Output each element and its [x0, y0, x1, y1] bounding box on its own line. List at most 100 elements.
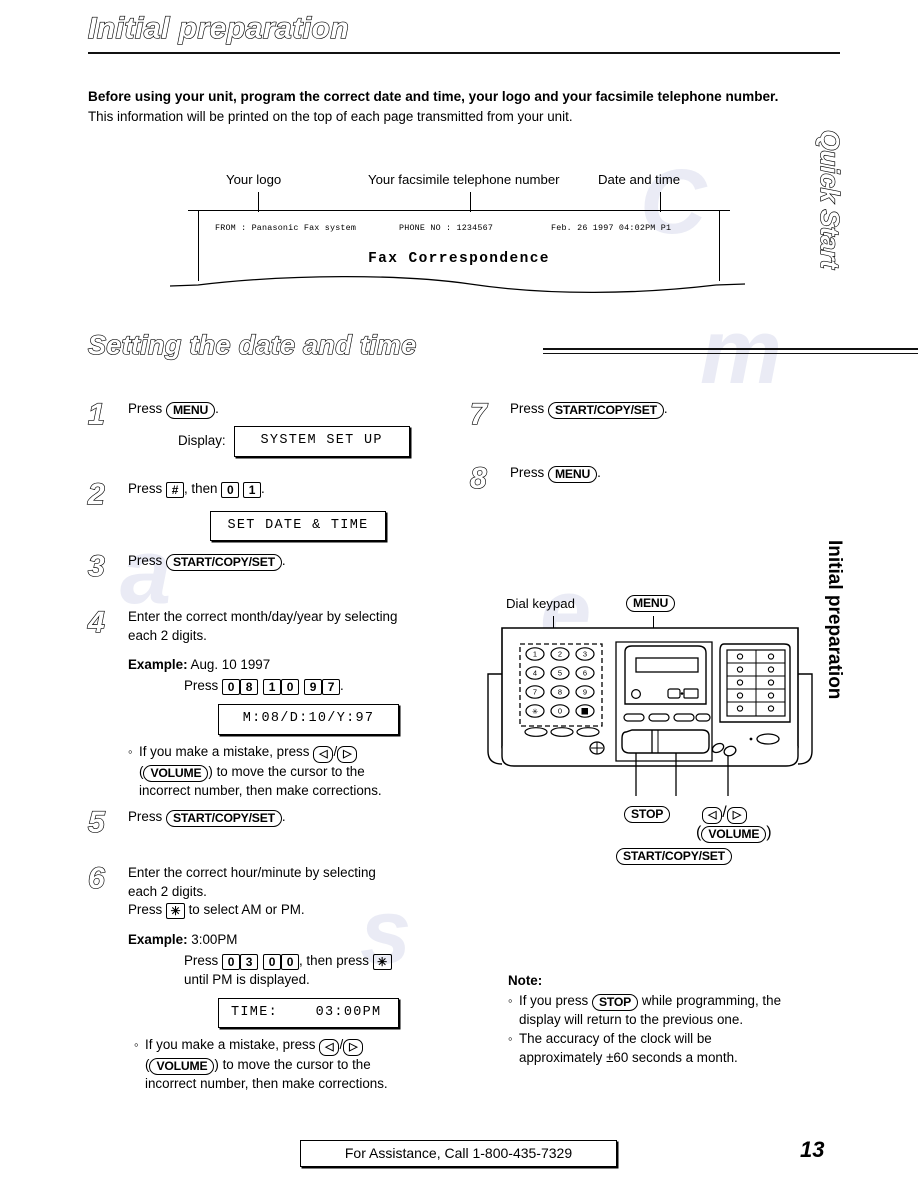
paper-edge-right — [720, 210, 730, 211]
digit-key[interactable]: 0 — [221, 953, 240, 970]
svg-text:9: 9 — [583, 688, 587, 697]
callout-fax-phone: Your facsimile telephone number — [368, 172, 560, 187]
step-instruction-prefix: Press — [128, 481, 163, 496]
arrow-right-icon[interactable]: ▷ — [726, 807, 747, 824]
callout-stop: STOP — [624, 804, 671, 823]
digit-key[interactable]: 0 — [280, 953, 299, 970]
press-after-text: until PM is displayed. — [184, 971, 310, 987]
note-text-pre: If you press — [519, 992, 589, 1008]
note-title: Note: — [508, 973, 543, 988]
mistake-note: If you make a mistake, press ◁/▷ (VOLUME… — [134, 1036, 448, 1094]
note-text-line2: approximately ±60 seconds a month. — [519, 1049, 738, 1065]
step-2: 2 Press #, then 0 1. SET DATE & TIME — [87, 479, 448, 552]
arrow-left-icon[interactable]: ◁ — [313, 745, 334, 763]
digit-key[interactable]: 0 — [280, 679, 299, 695]
step-number: 1 — [87, 398, 105, 431]
step-instruction-suffix: . — [663, 401, 668, 416]
mistake-text-line3: incorrect number, then make corrections. — [145, 1076, 388, 1091]
star-key[interactable]: ✳ — [372, 953, 392, 970]
start-copy-set-key[interactable]: START/COPY/SET — [616, 848, 732, 865]
arrow-right-icon[interactable]: ▷ — [343, 1039, 364, 1056]
svg-text:2: 2 — [558, 650, 562, 659]
step-text: Enter the correct month/day/year by sele… — [128, 608, 448, 800]
volume-key[interactable]: VOLUME — [143, 764, 209, 782]
digit-key[interactable]: 0 — [221, 679, 240, 695]
digit-group-month: 08 — [221, 676, 258, 695]
step-6: 6 Enter the correct hour/minute by selec… — [87, 863, 448, 1094]
arrow-left-icon[interactable]: ◁ — [319, 1039, 340, 1056]
svg-text:4: 4 — [533, 669, 537, 678]
press-mid-text: , then press — [298, 952, 369, 968]
lcd-display: M:08/D:10/Y:97 — [218, 704, 399, 735]
step-instruction-prefix: Press — [510, 465, 545, 480]
digit-key-0[interactable]: 0 — [221, 482, 240, 498]
digit-key[interactable]: 0 — [262, 953, 281, 970]
step-instruction-prefix: Press — [128, 401, 163, 416]
paper-torn-edge — [170, 275, 745, 294]
section-title: Setting the date and time — [87, 329, 417, 360]
step-number: 5 — [87, 806, 105, 839]
digit-key[interactable]: 1 — [262, 679, 281, 695]
start-copy-set-key[interactable]: START/COPY/SET — [547, 402, 664, 419]
step-text: Enter the correct hour/minute by selecti… — [128, 864, 448, 1094]
example-label: Example: — [128, 931, 188, 947]
hash-key[interactable]: # — [165, 482, 184, 498]
mistake-text-cont: ) to move the cursor to the — [214, 1057, 371, 1072]
step-instruction-suffix: . — [281, 553, 286, 568]
fax-phone-line: PHONE NO : 1234567 — [399, 223, 494, 233]
callout-leader-line — [660, 192, 661, 212]
fax-header-sample-diagram: Your logo Your facsimile telephone numbe… — [170, 168, 745, 308]
step-number: 4 — [87, 606, 105, 639]
note-section: Note: If you press STOP while programmin… — [508, 972, 828, 1067]
menu-key[interactable]: MENU — [165, 402, 216, 419]
display-label: Display: — [178, 433, 226, 448]
page-title: Initial preparation — [87, 11, 350, 45]
callout-your-logo: Your logo — [226, 172, 282, 187]
digit-group-year: 97 — [303, 676, 340, 695]
lcd-display: TIME: 03:00PM — [218, 997, 399, 1028]
digit-key-1[interactable]: 1 — [242, 482, 261, 498]
stop-key[interactable]: STOP — [591, 993, 639, 1011]
example-press-row: Press 081097. — [184, 676, 448, 695]
step-instruction-line2: each 2 digits. — [128, 883, 207, 899]
callout-leader-line — [470, 192, 471, 212]
display-row: SET DATE & TIME — [210, 510, 448, 541]
step-text: Press MENU. — [510, 464, 820, 483]
digit-group-day: 10 — [262, 676, 299, 695]
example-block: Example: Aug. 10 1997 Press 081097. — [128, 655, 448, 695]
assistance-footer: For Assistance, Call 1-800-435-7329 — [300, 1140, 617, 1167]
step-number: 3 — [87, 550, 105, 583]
step-text: Press START/COPY/SET. — [510, 400, 820, 419]
mistake-text-line1: If you make a mistake, press — [145, 1037, 316, 1052]
mistake-text-line1: If you make a mistake, press — [139, 743, 310, 759]
step-instruction-suffix: . — [215, 401, 219, 416]
menu-key[interactable]: MENU — [547, 466, 598, 483]
star-key[interactable]: ✳ — [165, 903, 185, 919]
volume-key[interactable]: VOLUME — [149, 1058, 215, 1075]
header-divider — [88, 52, 840, 54]
digit-key[interactable]: 3 — [239, 953, 258, 970]
digit-key[interactable]: 8 — [239, 679, 258, 695]
step-4: 4 Enter the correct month/day/year by se… — [87, 606, 448, 808]
fax-datetime-line: Feb. 26 1997 04:02PM P1 — [551, 223, 672, 233]
page-number: 13 — [800, 1137, 825, 1162]
digit-key[interactable]: 9 — [303, 679, 322, 695]
arrow-left-icon[interactable]: ◁ — [702, 807, 723, 824]
note-text-line1: The accuracy of the clock will be — [519, 1031, 712, 1046]
mistake-text-cont: ) to move the cursor to the — [208, 763, 365, 779]
stop-key[interactable]: STOP — [624, 806, 671, 823]
paper-edge-left — [188, 210, 198, 211]
step-instruction-line1: Enter the correct month/day/year by sele… — [128, 609, 398, 624]
step-instruction-line3: Press ✳ to select AM or PM. — [128, 901, 448, 920]
arrow-right-icon[interactable]: ▷ — [337, 745, 358, 763]
digit-key[interactable]: 7 — [321, 679, 340, 695]
fax-body-text: Fax Correspondence — [368, 251, 550, 267]
start-copy-set-key[interactable]: START/COPY/SET — [165, 810, 282, 827]
display-row: M:08/D:10/Y:97 — [218, 704, 448, 735]
start-copy-set-key[interactable]: START/COPY/SET — [165, 554, 282, 571]
machine-body-illustration: 1 2 3 4 5 6 7 8 9 ✳ 0 — [487, 627, 813, 796]
volume-key[interactable]: VOLUME — [701, 826, 767, 843]
note-text-post: while programming, the — [641, 992, 782, 1008]
step-instruction-suffix: . — [281, 809, 286, 824]
press-label: Press — [184, 678, 219, 693]
